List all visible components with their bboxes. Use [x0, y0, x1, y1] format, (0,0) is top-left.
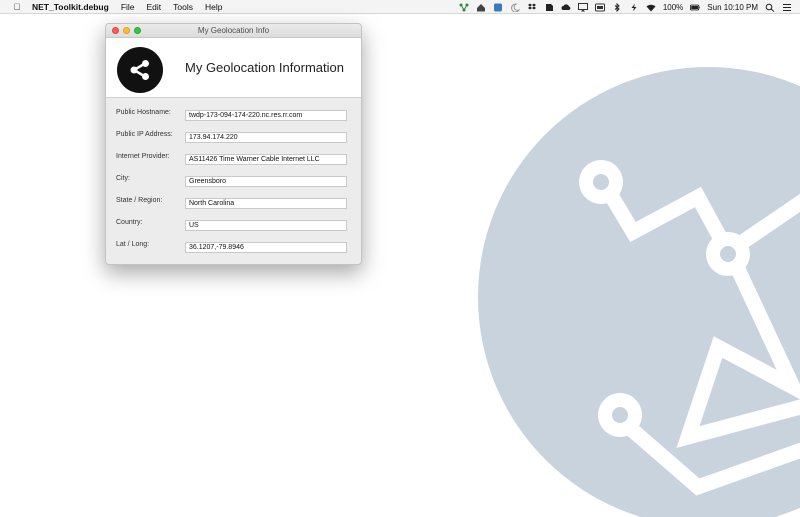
menu-bar:  NET_Toolkit.debug File Edit Tools Help…: [0, 0, 800, 14]
menu-help[interactable]: Help: [205, 2, 222, 12]
apple-menu-icon[interactable]: : [10, 2, 24, 12]
battery-percentage: 100%: [662, 2, 684, 12]
label-internet-provider: Internet Provider:: [116, 153, 170, 160]
battery-icon[interactable]: [690, 3, 701, 12]
bluetooth-icon[interactable]: [612, 2, 622, 12]
geolocation-window: My Geolocation Info My Geolocation Infor…: [105, 23, 362, 265]
form-row-state: State / Region: North Carolina: [106, 197, 361, 219]
window-header: My Geolocation Information: [106, 38, 361, 98]
label-public-hostname: Public Hostname:: [116, 109, 171, 116]
state-region-field[interactable]: North Carolina: [185, 198, 347, 209]
window-title: My Geolocation Info: [197, 26, 270, 35]
network-icon[interactable]: [459, 3, 469, 12]
label-country: Country:: [116, 219, 143, 226]
dropbox-icon[interactable]: [527, 3, 537, 12]
wallpaper-circuit-logo: [478, 67, 800, 517]
lat-long-field[interactable]: 36.1207,-79.8946: [185, 242, 347, 253]
window-titlebar[interactable]: My Geolocation Info: [106, 24, 361, 38]
evernote-icon[interactable]: [544, 3, 554, 12]
moon-icon[interactable]: [510, 2, 520, 12]
form-row-latlong: Lat / Long: 36.1207,-79.8946: [106, 241, 361, 263]
form-row-city: City: Greensboro: [106, 175, 361, 197]
form-row-ip: Public IP Address: 173.94.174.220: [106, 131, 361, 153]
label-lat-long: Lat / Long:: [116, 241, 150, 248]
home-icon[interactable]: [476, 3, 486, 12]
country-field[interactable]: US: [185, 220, 347, 231]
label-public-ip: Public IP Address:: [116, 131, 173, 138]
public-hostname-field[interactable]: twdp-173-094-174-220.nc.res.rr.com: [185, 110, 347, 121]
airplay-icon[interactable]: [577, 2, 588, 12]
internet-provider-field[interactable]: AS11426 Time Warner Cable Internet LLC: [185, 154, 347, 165]
wifi-icon[interactable]: [646, 3, 656, 12]
form-row-provider: Internet Provider: AS11426 Time Warner C…: [106, 153, 361, 175]
geolocation-form: Public Hostname: twdp-173-094-174-220.nc…: [106, 98, 361, 263]
public-ip-field[interactable]: 173.94.174.220: [185, 132, 347, 143]
app-icon[interactable]: [493, 3, 503, 12]
header-title: My Geolocation Information: [185, 60, 344, 75]
menu-file[interactable]: File: [121, 2, 135, 12]
share-icon: [117, 47, 163, 93]
display-icon[interactable]: [594, 3, 605, 12]
menu-clock[interactable]: Sun 10:10 PM: [707, 3, 758, 12]
spotlight-icon[interactable]: [765, 3, 775, 12]
notification-center-icon[interactable]: [782, 3, 792, 12]
form-row-hostname: Public Hostname: twdp-173-094-174-220.nc…: [106, 109, 361, 131]
form-row-country: Country: US: [106, 219, 361, 241]
bolt-icon[interactable]: [629, 3, 639, 12]
label-state-region: State / Region:: [116, 197, 163, 204]
menu-tools[interactable]: Tools: [173, 2, 193, 12]
menu-app-name[interactable]: NET_Toolkit.debug: [32, 2, 109, 12]
city-field[interactable]: Greensboro: [185, 176, 347, 187]
menu-edit[interactable]: Edit: [147, 2, 162, 12]
cloud-icon[interactable]: [561, 3, 571, 12]
label-city: City:: [116, 175, 130, 182]
